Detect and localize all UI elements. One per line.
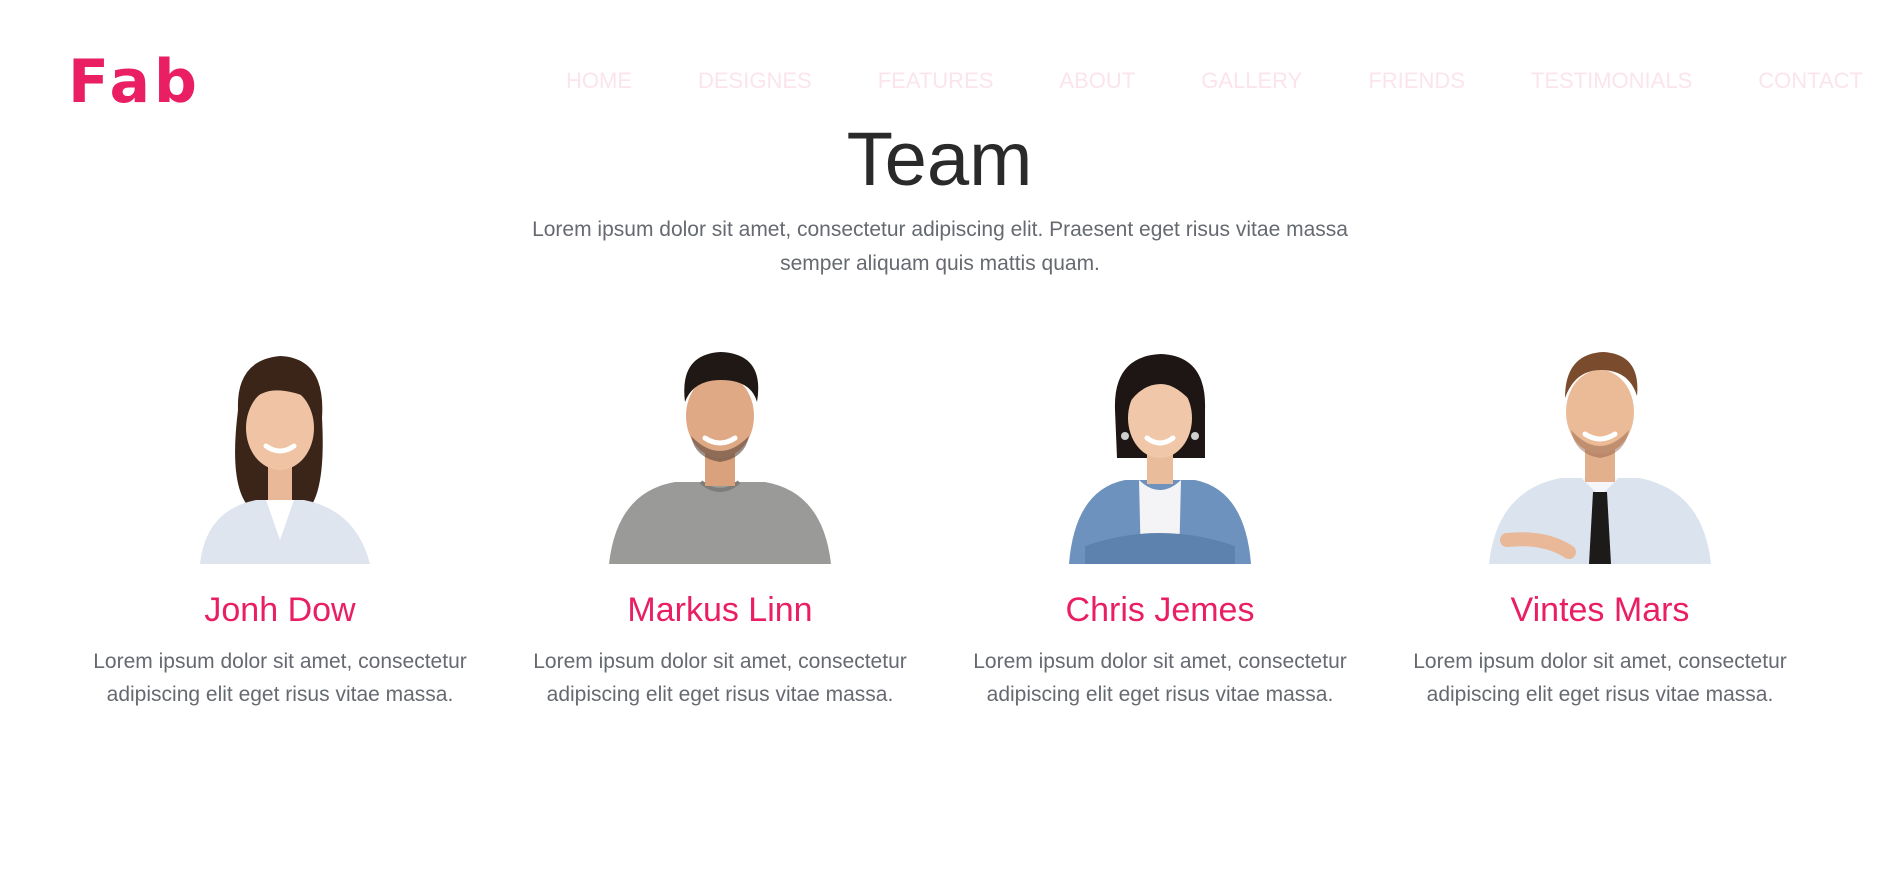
nav-testimonials[interactable]: TESTIMONIALS	[1531, 68, 1692, 94]
team-member-bio: Lorem ipsum dolor sit amet, consectetur …	[1413, 649, 1787, 706]
section-title: Team	[846, 117, 1033, 202]
section-subtitle: Lorem ipsum dolor sit amet, consectetur …	[532, 218, 1348, 275]
team-grid: Jonh Dow Lorem ipsum dolor sit amet, con…	[60, 340, 1820, 711]
team-member-card: Chris Jemes Lorem ipsum dolor sit amet, …	[940, 340, 1380, 711]
team-member-photo	[500, 340, 940, 564]
site-logo[interactable]: Fab	[68, 52, 201, 112]
team-member-bio: Lorem ipsum dolor sit amet, consectetur …	[533, 649, 907, 706]
team-member-bio: Lorem ipsum dolor sit amet, consectetur …	[93, 649, 467, 706]
team-page: Fab HOME DESIGNES FEATURES ABOUT GALLERY…	[0, 0, 1879, 869]
nav-about[interactable]: ABOUT	[1059, 68, 1135, 94]
team-member-name: Vintes Mars	[1510, 591, 1690, 629]
nav-home[interactable]: HOME	[566, 68, 632, 94]
main-nav: HOME DESIGNES FEATURES ABOUT GALLERY FRI…	[566, 68, 1863, 94]
team-member-photo	[940, 340, 1380, 564]
man-portrait-icon	[609, 352, 831, 564]
team-member-photo	[60, 340, 500, 564]
nav-gallery[interactable]: GALLERY	[1201, 68, 1302, 94]
man-portrait-icon	[1489, 352, 1711, 564]
team-member-card: Markus Linn Lorem ipsum dolor sit amet, …	[500, 340, 940, 711]
nav-friends[interactable]: FRIENDS	[1368, 68, 1465, 94]
nav-designes[interactable]: DESIGNES	[698, 68, 812, 94]
woman-portrait-icon	[200, 356, 370, 564]
team-member-bio: Lorem ipsum dolor sit amet, consectetur …	[973, 649, 1347, 706]
team-member-name: Markus Linn	[627, 591, 813, 629]
team-member-name: Chris Jemes	[1065, 591, 1255, 629]
nav-contact[interactable]: CONTACT	[1758, 68, 1863, 94]
team-member-name: Jonh Dow	[204, 591, 356, 629]
nav-features[interactable]: FEATURES	[878, 68, 994, 94]
team-member-card: Vintes Mars Lorem ipsum dolor sit amet, …	[1380, 340, 1820, 711]
woman-portrait-icon	[1069, 354, 1251, 564]
team-member-card: Jonh Dow Lorem ipsum dolor sit amet, con…	[60, 340, 500, 711]
team-member-photo	[1380, 340, 1820, 564]
